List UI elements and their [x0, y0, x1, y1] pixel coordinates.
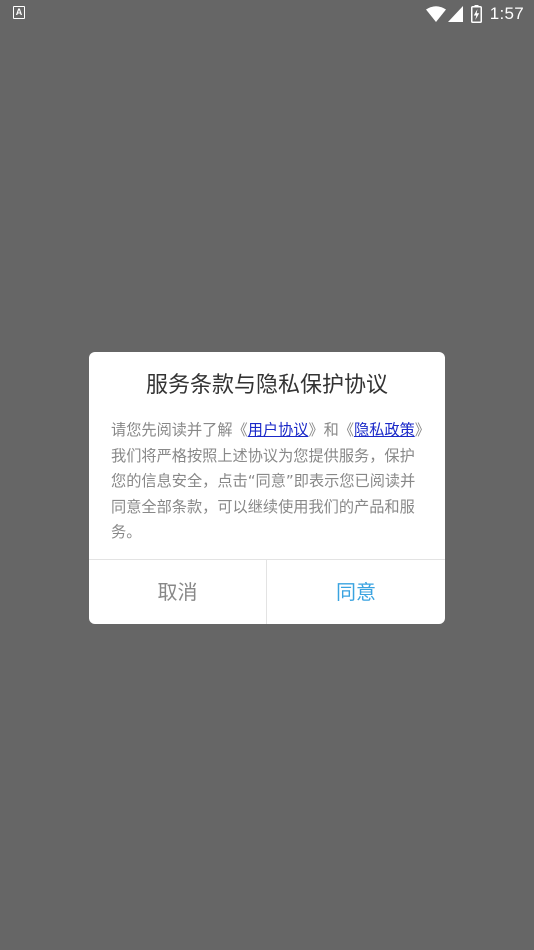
dialog-body: 请您先阅读并了解《用户协议》和《隐私政策》我们将严格按照上述协议为您提供服务，保… [111, 418, 427, 546]
status-bar: A 1:57 [0, 0, 534, 28]
terms-privacy-dialog: 服务条款与隐私保护协议 请您先阅读并了解《用户协议》和《隐私政策》我们将严格按照… [89, 352, 445, 624]
clock: 1:57 [489, 4, 524, 23]
status-icons: 1:57 [425, 3, 524, 25]
wifi-icon [425, 6, 446, 22]
signal-icon [447, 6, 463, 22]
body-middle: 》和《 [308, 421, 354, 439]
dialog-title: 服务条款与隐私保护协议 [145, 373, 388, 398]
cancel-button[interactable]: 取消 [89, 560, 266, 624]
agree-button[interactable]: 同意 [267, 560, 445, 624]
notification-icon: A [13, 6, 25, 19]
body-suffix: 》我们将严格按照上述协议为您提供服务，保护您的信息安全，点击“同意”即表示您已阅… [111, 421, 423, 541]
battery-charging-icon [470, 5, 482, 23]
body-prefix: 请您先阅读并了解《 [111, 421, 248, 439]
privacy-policy-link[interactable]: 隐私政策 [354, 421, 415, 439]
user-agreement-link[interactable]: 用户协议 [248, 421, 309, 439]
